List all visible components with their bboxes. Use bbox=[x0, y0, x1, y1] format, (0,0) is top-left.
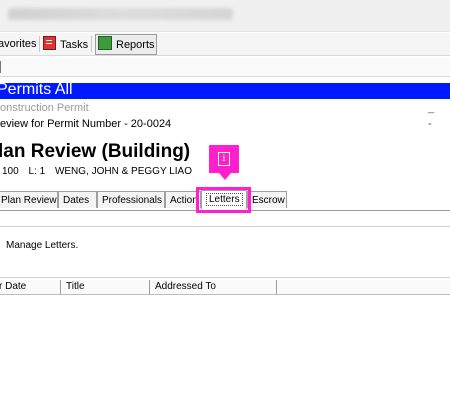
permit-subtitle: 100 L: 1 WENG, JOHN & PEGGY LIAO bbox=[2, 166, 199, 177]
column-header-addressed-to[interactable]: Addressed To bbox=[155, 280, 216, 294]
column-divider[interactable] bbox=[149, 280, 150, 294]
minimize-button[interactable]: _ bbox=[428, 101, 434, 115]
collapse-button[interactable]: - bbox=[428, 116, 432, 132]
toolbar-separator bbox=[39, 36, 40, 52]
toolbar: avorites Tasks Reports bbox=[0, 33, 450, 56]
reports-icon bbox=[98, 36, 112, 50]
tab-label: Professionals bbox=[102, 195, 163, 206]
tasks-button[interactable]: Tasks bbox=[43, 36, 88, 52]
secondary-toolbar bbox=[0, 58, 450, 77]
tab-escrow[interactable]: Escrow bbox=[247, 191, 287, 208]
blurred-title bbox=[8, 8, 233, 20]
tab-dates[interactable]: Dates bbox=[58, 191, 97, 208]
toolbar-grip bbox=[0, 61, 1, 73]
favorites-button[interactable]: avorites bbox=[0, 36, 37, 52]
tasks-label: Tasks bbox=[60, 39, 89, 51]
letters-grid-header: r Date Title Addressed To bbox=[0, 280, 450, 295]
letters-tab-highlight bbox=[196, 187, 251, 213]
review-header: eview for Permit Number - 20-0024 - bbox=[0, 116, 450, 132]
window-title-bar bbox=[0, 0, 450, 32]
tab-label: Action bbox=[170, 195, 198, 206]
column-header-date[interactable]: r Date bbox=[0, 280, 26, 294]
owner-name: WENG, JOHN & PEGGY LIAO bbox=[54, 166, 193, 177]
banner-title: Permits All bbox=[0, 83, 73, 98]
page-title: lan Review (Building) bbox=[0, 141, 191, 162]
column-header-title[interactable]: Title bbox=[66, 280, 85, 294]
tab-professionals[interactable]: Professionals bbox=[97, 191, 165, 208]
permit-number: 100 bbox=[2, 166, 19, 177]
subtitle-text: onstruction Permit bbox=[0, 102, 89, 114]
tasks-icon bbox=[43, 36, 56, 50]
favorites-label: avorites bbox=[0, 38, 37, 50]
tab-label: Escrow bbox=[252, 195, 285, 206]
review-text: eview for Permit Number - 20-0024 bbox=[0, 118, 172, 130]
column-divider[interactable] bbox=[60, 280, 61, 294]
info-icon: i bbox=[218, 152, 230, 166]
letters-panel: Manage Letters. bbox=[0, 226, 450, 278]
panel-message: Manage Letters. bbox=[6, 240, 79, 251]
info-callout: i bbox=[209, 145, 239, 180]
tab-plan-review[interactable]: Plan Review bbox=[0, 191, 58, 208]
toolbar-separator bbox=[91, 36, 92, 52]
tab-label: Plan Review bbox=[1, 195, 57, 206]
lot-number: L: 1 bbox=[28, 166, 46, 177]
permits-banner: Permits All bbox=[0, 83, 450, 99]
tab-label: Dates bbox=[63, 195, 90, 206]
window-subtitle: onstruction Permit _ bbox=[0, 101, 450, 115]
column-divider[interactable] bbox=[276, 280, 277, 294]
reports-label: Reports bbox=[116, 39, 155, 51]
reports-button[interactable]: Reports bbox=[98, 36, 155, 52]
